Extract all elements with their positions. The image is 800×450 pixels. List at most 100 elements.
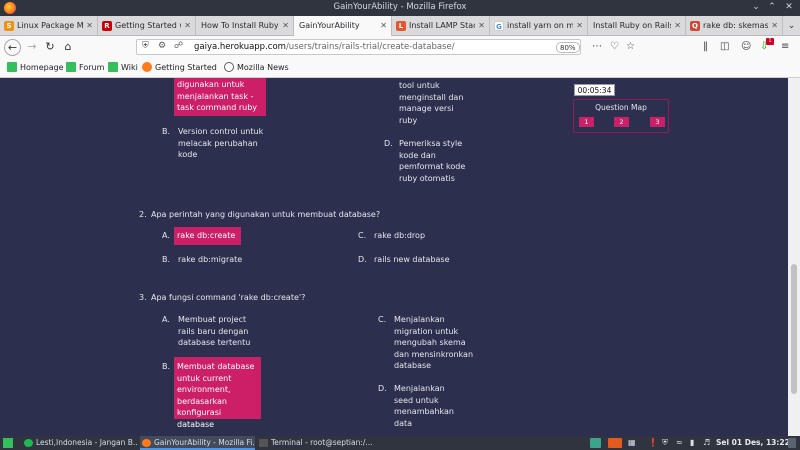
question-map: Question Map 1 2 3 — [573, 99, 669, 133]
bookmark-star-icon[interactable]: ☆ — [626, 39, 635, 55]
tab-rake-db-skemas[interactable]: Q rake db: skemas ✕ — [686, 16, 783, 36]
tab-getting-started[interactable]: R Getting Started w ✕ — [98, 16, 196, 36]
zoom-level[interactable]: 80% — [556, 42, 580, 53]
tray-app-icon[interactable] — [590, 438, 601, 448]
tab-install-lamp[interactable]: L Install LAMP Stac ✕ — [392, 16, 490, 36]
wifi-icon[interactable]: ≈ — [676, 438, 683, 448]
show-desktop-icon[interactable] — [788, 438, 796, 448]
permissions-icon[interactable]: ⚙ — [158, 41, 166, 51]
taskbar-item-firefox[interactable]: GainYourAbility - Mozilla Fi... — [140, 436, 255, 450]
q1-option-a[interactable]: digunakan untuk menjalankan task - task … — [174, 78, 266, 116]
url-text[interactable]: gaiya.herokuapp.com/users/trains/rails-t… — [194, 42, 455, 52]
shield-tray-icon[interactable]: ⛨ — [662, 438, 668, 448]
home-icon[interactable]: ⌂ — [60, 39, 76, 55]
tab-close-icon[interactable]: ✕ — [576, 16, 583, 36]
q2-option-c[interactable]: rake db:drop — [374, 230, 425, 242]
tab-close-icon[interactable]: ✕ — [282, 16, 289, 36]
question-map-button-2[interactable]: 2 — [614, 117, 629, 127]
maximize-icon[interactable]: ⌃ — [766, 1, 778, 13]
back-arrow-icon[interactable]: ← — [4, 39, 21, 56]
question-map-button-3[interactable]: 3 — [650, 117, 665, 127]
q3-letter-b: B. — [162, 362, 171, 371]
library-icon[interactable]: ‖ — [703, 39, 708, 55]
bookmark-forum[interactable]: Forum — [66, 62, 104, 73]
bookmark-label: Homepage — [20, 63, 64, 72]
q3-option-a[interactable]: Membuat project rails baru dengan databa… — [178, 314, 258, 349]
q2-option-b-text: rake db:migrate — [178, 255, 243, 264]
tab-gainyourability[interactable]: GainYourAbility ✕ — [294, 16, 392, 36]
q3-option-b[interactable]: Membuat database untuk current environme… — [174, 357, 261, 429]
tray-menu-icon[interactable]: ▦ — [628, 438, 636, 448]
download-badge: 1 — [766, 38, 774, 45]
volume-icon[interactable]: ♬ — [703, 438, 710, 448]
taskbar-clock[interactable]: Sel 01 Des, 13:22 — [716, 436, 790, 450]
manjaro-menu-icon[interactable] — [3, 438, 13, 448]
system-taskbar: Lesti,Indonesia - Jangan B... GainYourAb… — [0, 436, 800, 450]
list-all-tabs-icon[interactable]: ⌄ — [783, 16, 800, 36]
tab-close-icon[interactable]: ✕ — [380, 16, 387, 36]
bookmark-mozilla-news[interactable]: Mozilla News — [224, 62, 289, 73]
lock-icon[interactable]: ☍ — [174, 41, 183, 51]
bookmark-label: Getting Started — [155, 63, 217, 72]
tab-label: How To Install Ruby — [201, 21, 279, 30]
q2-option-d[interactable]: rails new database — [374, 254, 450, 266]
menu-icon[interactable]: ≡ — [781, 39, 789, 55]
q3-text: Apa fungsi command 'rake db:create'? — [151, 293, 306, 302]
question-map-button-1[interactable]: 1 — [579, 117, 594, 127]
taskbar-item-terminal[interactable]: Terminal - root@septian:/... — [257, 436, 377, 450]
battery-icon[interactable]: ▮ — [690, 438, 694, 448]
q1-option-b[interactable]: Version control untuk melacak perubahan … — [178, 126, 270, 161]
window-titlebar: GainYourAbility - Mozilla Firefox ⌄ ⌃ ✕ — [0, 0, 800, 16]
firefox-icon — [142, 62, 152, 72]
bookmark-wiki[interactable]: Wiki — [108, 62, 138, 73]
q1-option-d[interactable]: Pemeriksa style kode dan pemformat kode … — [399, 138, 469, 184]
q2-letter-b: B. — [162, 255, 171, 264]
close-window-icon[interactable]: ✕ — [783, 1, 795, 13]
tab-close-icon[interactable]: ✕ — [478, 16, 485, 36]
tab-install-ruby-on-rails[interactable]: Install Ruby on Rails ✕ — [588, 16, 686, 36]
reload-icon[interactable]: ↻ — [42, 39, 58, 55]
q3-option-d-text: Menjalankan seed untuk menambahkan data — [394, 384, 454, 428]
url-bar[interactable]: ⛨ ⚙ ☍ gaiya.herokuapp.com/users/trains/r… — [136, 39, 581, 55]
tab-close-icon[interactable]: ✕ — [674, 16, 681, 36]
tab-install-yarn[interactable]: G install yarn on m ✕ — [490, 16, 588, 36]
taskbar-item-music[interactable]: Lesti,Indonesia - Jangan B... — [22, 436, 138, 450]
tab-favicon-linux-icon: S — [4, 21, 14, 31]
tab-install-ruby[interactable]: How To Install Ruby ✕ — [196, 16, 294, 36]
forward-arrow-icon[interactable]: → — [24, 39, 40, 55]
q3-option-a-text: Membuat project rails baru dengan databa… — [178, 315, 251, 347]
q1-letter-d: D. — [384, 139, 393, 148]
taskbar-item-label: GainYourAbility - Mozilla Fi... — [154, 438, 255, 447]
bookmark-homepage[interactable]: Homepage — [7, 62, 64, 73]
tab-close-icon[interactable]: ✕ — [184, 16, 191, 36]
tab-linux-package[interactable]: S Linux Package M ✕ — [0, 16, 98, 36]
pocket-icon[interactable]: ♡ — [610, 39, 619, 55]
scrollbar-thumb[interactable] — [791, 264, 797, 394]
music-app-icon — [24, 439, 33, 447]
page-actions-icon[interactable]: ⋯ — [592, 39, 602, 55]
q3-option-c-text: Menjalankan migration untuk mengubah ske… — [394, 315, 474, 370]
shield-icon[interactable]: ⛨ — [142, 41, 149, 51]
q1-option-c[interactable]: tool untuk menginstall dan manage versi … — [399, 80, 469, 126]
q3-option-c[interactable]: Menjalankan migration untuk mengubah ske… — [394, 314, 474, 372]
bookmark-getting-started[interactable]: Getting Started — [142, 62, 217, 73]
google-icon: G — [494, 21, 504, 31]
question-map-title: Question Map — [595, 103, 647, 112]
tab-close-icon[interactable]: ✕ — [86, 16, 93, 36]
q1-letter-b: B. — [162, 127, 171, 136]
minimize-icon[interactable]: ⌄ — [750, 1, 762, 13]
sidebar-icon[interactable]: ◫ — [720, 39, 729, 55]
page-scrollbar[interactable] — [788, 78, 800, 436]
account-icon[interactable]: ☺ — [741, 39, 751, 55]
q1-option-c-text: tool untuk menginstall dan manage versi … — [399, 81, 464, 125]
q3-option-d[interactable]: Menjalankan seed untuk menambahkan data — [394, 383, 462, 429]
tab-close-icon[interactable]: ✕ — [771, 16, 778, 36]
q3-number: 3. — [139, 293, 147, 302]
notification-icon[interactable]: ❗ — [648, 438, 658, 448]
tray-firefox-icon[interactable] — [608, 438, 622, 448]
tab-strip: S Linux Package M ✕ R Getting Started w … — [0, 16, 800, 36]
q2-option-a[interactable]: rake db:create — [174, 227, 241, 245]
window-title: GainYourAbility - Mozilla Firefox — [333, 2, 467, 12]
q2-option-b[interactable]: rake db:migrate — [178, 254, 242, 266]
q3-letter-c: C. — [378, 315, 387, 324]
